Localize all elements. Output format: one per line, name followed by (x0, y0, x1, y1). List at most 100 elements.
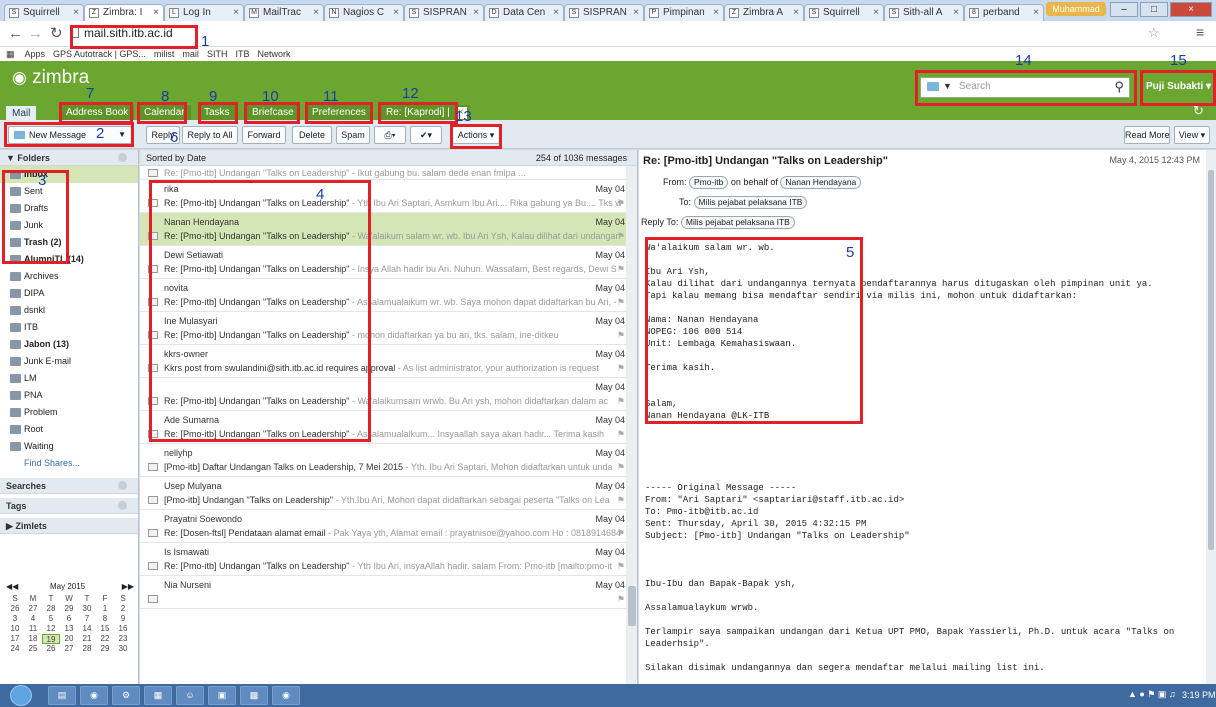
calendar-day[interactable]: 24 (6, 644, 24, 654)
browser-tab[interactable]: S SISPRAN × (564, 4, 644, 21)
calendar-day[interactable]: 30 (114, 644, 132, 654)
view-button[interactable]: View ▾ (1174, 126, 1210, 144)
list-item[interactable]: Is Ismawati May 04 Re: [Pmo-itb] Undangan … (140, 543, 637, 576)
search-box[interactable]: ▼ Search ⚲ (920, 77, 1130, 98)
url-text[interactable]: mail.sith.itb.ac.id (84, 26, 173, 40)
replyto-pill[interactable]: Milis pejabat pelaksana ITB (680, 216, 795, 229)
list-item[interactable]: Usep Mulyana May 04 [Pmo-itb] Undangan "Ta… (140, 477, 637, 510)
folder-item[interactable]: Sent (0, 183, 138, 200)
calendar-day[interactable]: 16 (114, 624, 132, 634)
from-pill[interactable]: Pmo-itb (689, 176, 729, 189)
zimlets-header[interactable]: ▶ Zimlets (0, 518, 138, 534)
list-item[interactable]: Nia Nurseni May 04 ⚑ (140, 576, 637, 609)
folder-item[interactable]: DIPA (0, 285, 138, 302)
close-tab-icon[interactable]: × (953, 5, 959, 20)
folder-item[interactable]: Junk E-mail (0, 353, 138, 370)
tags-gear-icon[interactable] (118, 501, 127, 510)
close-tab-icon[interactable]: × (313, 5, 319, 20)
reply-all-button[interactable]: Reply to All (182, 126, 238, 144)
tray-icons[interactable]: ▲ ● ⚑ ▣ ♫ (1128, 689, 1176, 700)
browser-profile-chip[interactable]: Muhammad (1046, 2, 1106, 16)
flag-icon[interactable]: ⚑ (617, 264, 625, 275)
browser-tab[interactable]: P Pimpinan × (644, 4, 724, 21)
flag-icon[interactable]: ⚑ (617, 528, 625, 539)
message-list-scrollbar[interactable] (626, 166, 637, 684)
close-tab-icon[interactable]: × (633, 5, 639, 20)
tag-icon[interactable]: ✔▾ (410, 126, 442, 144)
calendar-day[interactable]: 22 (96, 634, 114, 644)
browser-tab[interactable]: N Nagios C × (324, 4, 404, 21)
spam-button[interactable]: Spam (336, 126, 370, 144)
smiley-icon[interactable]: ☺ (176, 686, 204, 705)
explorer-icon[interactable]: ▤ (48, 686, 76, 705)
close-tab-icon[interactable]: × (873, 5, 879, 20)
list-item[interactable]: Ine Mulasyari May 04 Re: [Pmo-itb] Undanga… (140, 312, 637, 345)
tags-header[interactable]: Tags (0, 498, 138, 514)
flag-icon[interactable]: ⚑ (617, 429, 625, 440)
close-tab-icon[interactable]: × (473, 5, 479, 20)
folder-item[interactable]: Jabon (13) (0, 336, 138, 353)
list-item[interactable]: Prayatni Soewondo May 04 Re: [Dosen-ftsl] … (140, 510, 637, 543)
folder-item[interactable]: Junk (0, 217, 138, 234)
flag-icon[interactable]: ⚑ (617, 594, 625, 605)
message-list-scroll-thumb[interactable] (628, 586, 636, 626)
tab-address-book[interactable]: Address Book (60, 105, 135, 121)
browser-tab[interactable]: S Sith-all A × (884, 4, 964, 21)
close-tab-icon[interactable]: × (1033, 5, 1039, 20)
browser-tab[interactable]: 8 perband × (964, 4, 1044, 21)
bookmark-item[interactable]: GPS Autotrack | GPS... (53, 49, 146, 59)
browser-tab[interactable]: Z Zimbra: I × (84, 4, 164, 21)
list-item[interactable]: May 04 Re: [Pmo-itb] Undangan "Talks on L… (140, 378, 637, 411)
calendar-day[interactable]: 25 (24, 644, 42, 654)
read-more-button[interactable]: Read More (1124, 126, 1170, 144)
new-message-chevron-icon[interactable]: ▼ (118, 127, 126, 143)
close-tab-icon[interactable]: × (153, 5, 159, 20)
folder-icon[interactable]: ▦ (144, 686, 172, 705)
forward-icon[interactable]: → (28, 25, 43, 42)
close-tab-icon[interactable]: × (73, 5, 79, 20)
terminal-icon[interactable]: ▩ (240, 686, 268, 705)
reader-scrollbar[interactable] (1206, 150, 1216, 684)
find-shares-link[interactable]: Find Shares... (0, 455, 138, 472)
paint-icon[interactable]: ◉ (272, 686, 300, 705)
folder-item[interactable]: Problem (0, 404, 138, 421)
calendar-day[interactable]: 30 (78, 604, 96, 614)
minimize-button[interactable]: – (1110, 2, 1138, 17)
browser-tab[interactable]: Z Zimbra A × (724, 4, 804, 21)
folder-item[interactable]: LM (0, 370, 138, 387)
folder-item[interactable]: ITB (0, 319, 138, 336)
calendar-day[interactable]: 18 (24, 634, 42, 644)
flag-icon[interactable]: ⚑ (617, 363, 625, 374)
reader-scroll-thumb[interactable] (1208, 170, 1214, 550)
calendar-day[interactable]: 7 (78, 614, 96, 624)
calendar-day[interactable]: 23 (114, 634, 132, 644)
browser-tab[interactable]: S Squirrell × (4, 4, 84, 21)
flag-icon[interactable]: ⚑ (617, 462, 625, 473)
flag-icon[interactable]: ⚑ (617, 297, 625, 308)
list-item[interactable]: nellyhp May 04 [Pmo-itb] Daftar Undangan T… (140, 444, 637, 477)
sort-label[interactable]: Sorted by Date (146, 153, 206, 163)
app-icon[interactable]: ⚙ (112, 686, 140, 705)
calendar-day[interactable]: 28 (42, 604, 60, 614)
calendar-day[interactable]: 12 (42, 624, 60, 634)
tab-preferences[interactable]: Preferences (306, 105, 372, 121)
search-type-chevron-icon[interactable]: ▼ (943, 81, 952, 91)
folders-gear-icon[interactable] (118, 153, 127, 162)
folder-item[interactable]: dsnkl (0, 302, 138, 319)
browser-tab[interactable]: M MailTrac × (244, 4, 324, 21)
calendar-day[interactable]: 13 (60, 624, 78, 634)
calendar-day[interactable]: 29 (96, 644, 114, 654)
search-input[interactable]: Search (959, 81, 991, 92)
menu-icon[interactable]: ≡ (1196, 24, 1204, 40)
calendar-day[interactable]: 17 (6, 634, 24, 644)
star-icon[interactable]: ☆ (1148, 25, 1160, 41)
tab-briefcase[interactable]: Briefcase (246, 105, 300, 121)
calendar-day[interactable]: 20 (60, 634, 78, 644)
back-icon[interactable]: ← (8, 25, 23, 42)
folder-item[interactable]: Drafts (0, 200, 138, 217)
bookmark-item[interactable]: SITH (207, 49, 228, 59)
list-item[interactable]: Dewi Setiawati May 04 Re: [Pmo-itb] Undang… (140, 246, 637, 279)
user-menu-button[interactable]: Puji Subakti ▾ (1142, 77, 1212, 97)
actions-button[interactable]: Actions ▾ (452, 126, 500, 144)
close-window-button[interactable]: × (1170, 2, 1212, 17)
